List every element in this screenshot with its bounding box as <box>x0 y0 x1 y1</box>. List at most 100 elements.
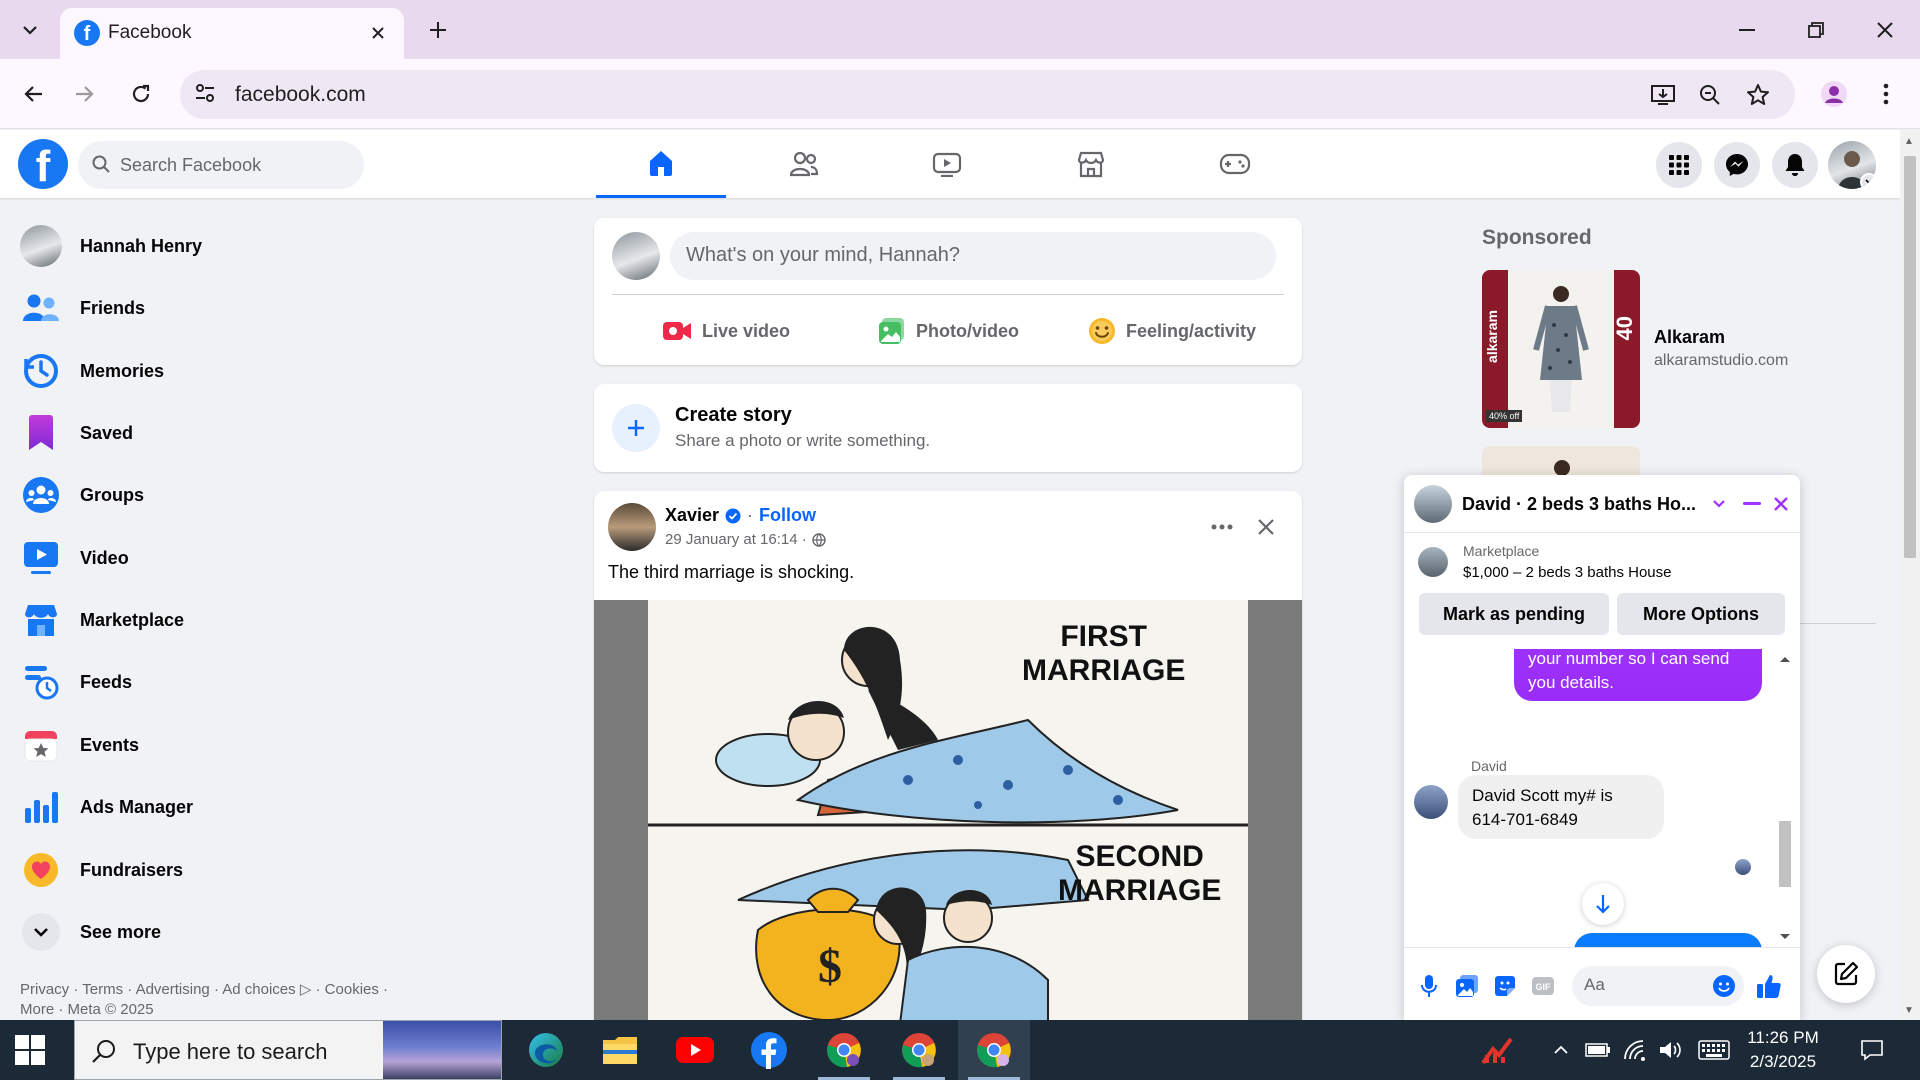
notifications-button[interactable] <box>1772 142 1818 188</box>
sidebar-item-memories[interactable]: Memories <box>8 343 568 399</box>
sidebar-item-profile[interactable]: Hannah Henry <box>8 218 568 274</box>
sidebar-item-friends[interactable]: Friends <box>8 280 568 336</box>
post-author[interactable]: Xavier <box>665 505 719 526</box>
chat-options-button[interactable] <box>1706 491 1732 517</box>
hide-post-button[interactable] <box>1248 509 1284 545</box>
back-button[interactable] <box>14 75 52 113</box>
menu-grid-button[interactable] <box>1656 142 1702 188</box>
notification-center-button[interactable] <box>1852 1020 1892 1080</box>
messenger-button[interactable] <box>1714 142 1760 188</box>
ad-image-second[interactable] <box>1482 446 1640 476</box>
new-message-button[interactable] <box>1817 945 1875 1003</box>
sticker-button[interactable] <box>1492 973 1518 999</box>
touch-keyboard-button[interactable] <box>1694 1020 1734 1080</box>
nav-tab-marketplace[interactable] <box>1026 130 1156 198</box>
ad-domain[interactable]: alkaramstudio.com <box>1654 352 1788 370</box>
install-app-icon[interactable] <box>1650 82 1676 108</box>
battery-status[interactable] <box>1582 1020 1614 1080</box>
facebook-logo-icon[interactable]: f <box>18 139 68 189</box>
minimize-chat-button[interactable] <box>1739 491 1765 517</box>
scrollbar-thumb[interactable] <box>1779 821 1791 887</box>
footer-line-2[interactable]: More · Meta © 2025 <box>20 1000 440 1020</box>
nav-tab-video[interactable] <box>882 130 1012 198</box>
page-scrollbar[interactable]: ▲ ▼ <box>1900 130 1920 1020</box>
taskbar-app-facebook[interactable] <box>733 1020 805 1080</box>
footer-line-1[interactable]: Privacy · Terms · Advertising · Ad choic… <box>20 980 440 1000</box>
emoji-icon[interactable] <box>1712 974 1736 998</box>
follow-link[interactable]: Follow <box>759 505 816 526</box>
sidebar-item-fundraisers[interactable]: Fundraisers <box>8 842 568 898</box>
voice-clip-button[interactable] <box>1416 973 1442 999</box>
facebook-search-input[interactable]: Search Facebook <box>78 141 364 189</box>
gif-button[interactable]: GIF <box>1530 973 1556 999</box>
photo-video-button[interactable]: Photo/video <box>878 310 1019 352</box>
sidebar-item-marketplace[interactable]: Marketplace <box>8 592 568 648</box>
marketplace-listing-row[interactable]: Marketplace $1,000 – 2 beds 3 baths Hous… <box>1404 533 1800 589</box>
taskbar-app-youtube[interactable] <box>659 1020 731 1080</box>
scroll-up-arrow-icon[interactable] <box>1774 653 1796 665</box>
network-status[interactable] <box>1620 1020 1652 1080</box>
ad-image-alkaram[interactable]: alkaram 40 40% off <box>1482 270 1640 428</box>
new-tab-button[interactable] <box>422 14 454 46</box>
scroll-down-arrow-icon[interactable]: ▼ <box>1904 1005 1914 1016</box>
feeling-activity-button[interactable]: Feeling/activity <box>1088 310 1256 352</box>
address-bar[interactable]: facebook.com <box>180 70 1795 119</box>
scroll-to-bottom-button[interactable] <box>1582 883 1624 925</box>
taskbar-app-edge[interactable] <box>510 1020 582 1080</box>
sidebar-item-saved[interactable]: Saved <box>8 405 568 461</box>
restore-window-button[interactable] <box>1791 10 1841 50</box>
browser-profile-icon[interactable] <box>1815 75 1853 113</box>
taskbar-clock[interactable]: 11:26 PM 2/3/2025 <box>1738 1026 1828 1074</box>
tray-app-icon[interactable] <box>1472 1020 1524 1080</box>
ad-advertiser-name[interactable]: Alkaram <box>1654 327 1725 348</box>
sidebar-item-video[interactable]: Video <box>8 530 568 586</box>
sidebar-item-ads-manager[interactable]: Ads Manager <box>8 779 568 835</box>
attach-photo-button[interactable] <box>1454 973 1480 999</box>
message-list[interactable]: your number so I can send you details. D… <box>1404 649 1800 947</box>
mark-as-pending-button[interactable]: Mark as pending <box>1419 593 1609 635</box>
taskbar-search-input[interactable]: Type here to search <box>74 1020 502 1080</box>
taskbar-app-chrome-2[interactable] <box>883 1020 955 1080</box>
message-scrollbar[interactable] <box>1774 649 1796 947</box>
account-avatar[interactable] <box>1828 141 1876 189</box>
browser-menu-icon[interactable] <box>1868 75 1904 113</box>
bookmark-star-icon[interactable] <box>1745 82 1771 108</box>
whats-on-your-mind-input[interactable]: What's on your mind, Hannah? <box>670 232 1276 280</box>
zoom-icon[interactable] <box>1697 82 1723 108</box>
taskbar-app-file-explorer[interactable] <box>584 1020 656 1080</box>
volume-control[interactable] <box>1654 1020 1686 1080</box>
scroll-up-arrow-icon[interactable]: ▲ <box>1904 136 1914 147</box>
close-tab-icon[interactable] <box>366 21 390 45</box>
more-options-button[interactable] <box>1204 509 1240 545</box>
browser-tab-facebook[interactable]: f Facebook <box>60 8 404 59</box>
sidebar-item-feeds[interactable]: Feeds <box>8 654 568 710</box>
windows-start-icon[interactable] <box>14 1034 46 1066</box>
taskbar-app-chrome-3[interactable] <box>958 1020 1030 1080</box>
show-hidden-icons-button[interactable] <box>1546 1020 1576 1080</box>
sidebar-item-groups[interactable]: Groups <box>8 467 568 523</box>
nav-tab-home[interactable] <box>596 130 726 198</box>
close-chat-button[interactable] <box>1768 491 1794 517</box>
minimize-window-button[interactable] <box>1722 10 1772 50</box>
live-video-button[interactable]: Live video <box>662 310 790 352</box>
nav-tab-gaming[interactable] <box>1170 130 1300 198</box>
more-options-button[interactable]: More Options <box>1617 593 1785 635</box>
nav-tab-friends[interactable] <box>739 130 869 198</box>
forward-button[interactable] <box>66 75 104 113</box>
chat-header[interactable]: David · 2 beds 3 baths Ho... <box>1404 475 1800 533</box>
sidebar-item-events[interactable]: Events <box>8 717 568 773</box>
tab-list-button[interactable] <box>14 14 46 46</box>
post-date[interactable]: 29 January at 16:14 · <box>665 531 807 548</box>
send-like-button[interactable] <box>1756 973 1782 999</box>
site-info-icon[interactable] <box>194 82 216 104</box>
taskbar-app-chrome-1[interactable] <box>808 1020 880 1080</box>
create-story-card[interactable]: Create story Share a photo or write some… <box>594 384 1302 472</box>
avatar[interactable] <box>608 503 656 551</box>
see-more-button[interactable]: See more <box>8 904 568 960</box>
post-image[interactable]: $ FIRST MARRIAGE SECOND MARRIAGE <box>594 600 1302 1031</box>
close-window-button[interactable] <box>1860 10 1910 50</box>
reload-button[interactable] <box>122 75 160 113</box>
avatar[interactable] <box>612 232 660 280</box>
scroll-down-arrow-icon[interactable] <box>1774 931 1796 943</box>
scrollbar-thumb[interactable] <box>1904 156 1916 558</box>
